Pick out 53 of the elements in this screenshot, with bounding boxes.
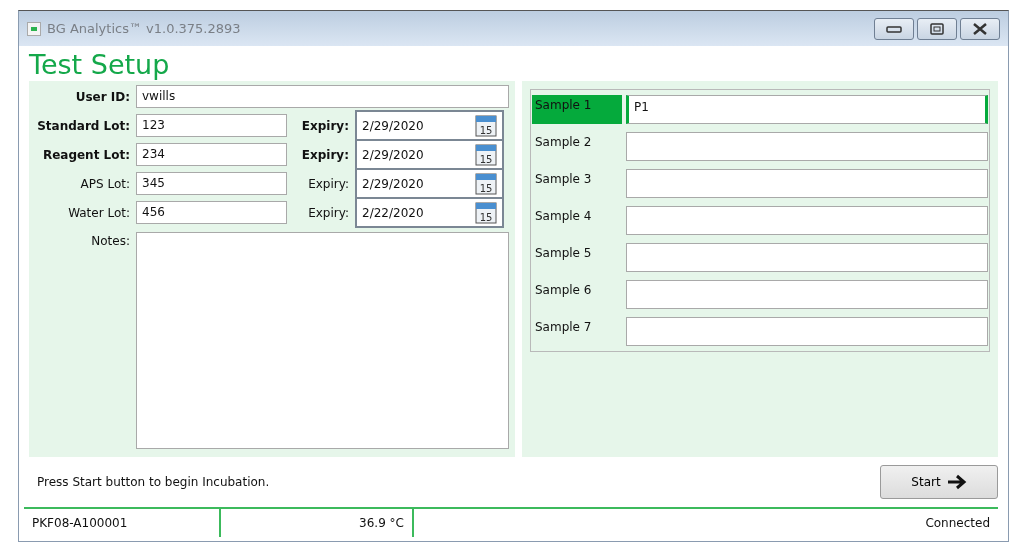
maximize-button[interactable] <box>917 17 957 40</box>
sample-field[interactable] <box>626 206 988 235</box>
date-picker[interactable]: 2/29/2020 15 <box>355 110 504 141</box>
field-label: Water Lot: <box>68 205 130 220</box>
sample-label[interactable]: Sample 2 <box>532 132 622 161</box>
date-picker[interactable]: 2/22/2020 15 <box>355 197 504 228</box>
calendar-icon[interactable]: 15 <box>475 172 497 195</box>
sample-label[interactable]: Sample 4 <box>532 206 622 235</box>
window-title: BG Analytics™ v1.0.375.2893 <box>47 19 241 38</box>
calendar-icon[interactable]: 15 <box>475 114 497 137</box>
lot-field[interactable]: 345 <box>136 172 287 195</box>
sample-label[interactable]: Sample 3 <box>532 169 622 198</box>
start-button[interactable]: Start <box>880 465 998 499</box>
notes-field[interactable] <box>136 232 509 449</box>
date-picker[interactable]: 2/29/2020 15 <box>355 139 504 170</box>
instruction-text: Press Start button to begin Incubation. <box>37 474 270 491</box>
app-icon <box>27 21 41 36</box>
field-label: Notes: <box>91 234 130 248</box>
minimize-button[interactable] <box>874 17 914 40</box>
field-label: Expiry: <box>301 147 349 162</box>
sample-field[interactable] <box>626 132 988 161</box>
date-picker[interactable]: 2/29/2020 15 <box>355 168 504 199</box>
field-label: Expiry: <box>308 205 349 220</box>
close-button[interactable] <box>960 17 1000 40</box>
sample-label[interactable]: Sample 1 <box>532 95 622 124</box>
sample-field[interactable] <box>626 317 988 346</box>
lot-field[interactable]: 123 <box>136 114 287 137</box>
device-id: PKF08-A100001 <box>32 515 128 532</box>
sample-field[interactable] <box>626 280 988 309</box>
field-label: Standard Lot: <box>37 118 130 133</box>
field-label: Expiry: <box>308 176 349 191</box>
close-icon <box>972 22 988 35</box>
maximize-icon <box>930 22 944 35</box>
connection-status: Connected <box>925 515 990 532</box>
minimize-icon <box>886 24 902 33</box>
calendar-icon[interactable]: 15 <box>475 201 497 224</box>
sample-label[interactable]: Sample 5 <box>532 243 622 272</box>
field-label: APS Lot: <box>80 176 130 191</box>
page-title: Test Setup <box>29 49 170 80</box>
field-label: Expiry: <box>301 118 349 133</box>
sample-field[interactable] <box>626 243 988 272</box>
sample-label[interactable]: Sample 7 <box>532 317 622 346</box>
lot-field[interactable]: 234 <box>136 143 287 166</box>
sample-label[interactable]: Sample 6 <box>532 280 622 309</box>
field-label: Reagent Lot: <box>42 147 130 162</box>
lot-field[interactable]: 456 <box>136 201 287 224</box>
user-id-field[interactable]: vwills <box>136 85 509 108</box>
calendar-icon[interactable]: 15 <box>475 143 497 166</box>
temperature-reading: 36.9 °C <box>359 515 404 532</box>
field-label: User ID: <box>75 89 130 104</box>
arrow-icon <box>946 474 967 490</box>
sample-field[interactable] <box>626 169 988 198</box>
sample-field[interactable]: P1 <box>626 95 988 124</box>
